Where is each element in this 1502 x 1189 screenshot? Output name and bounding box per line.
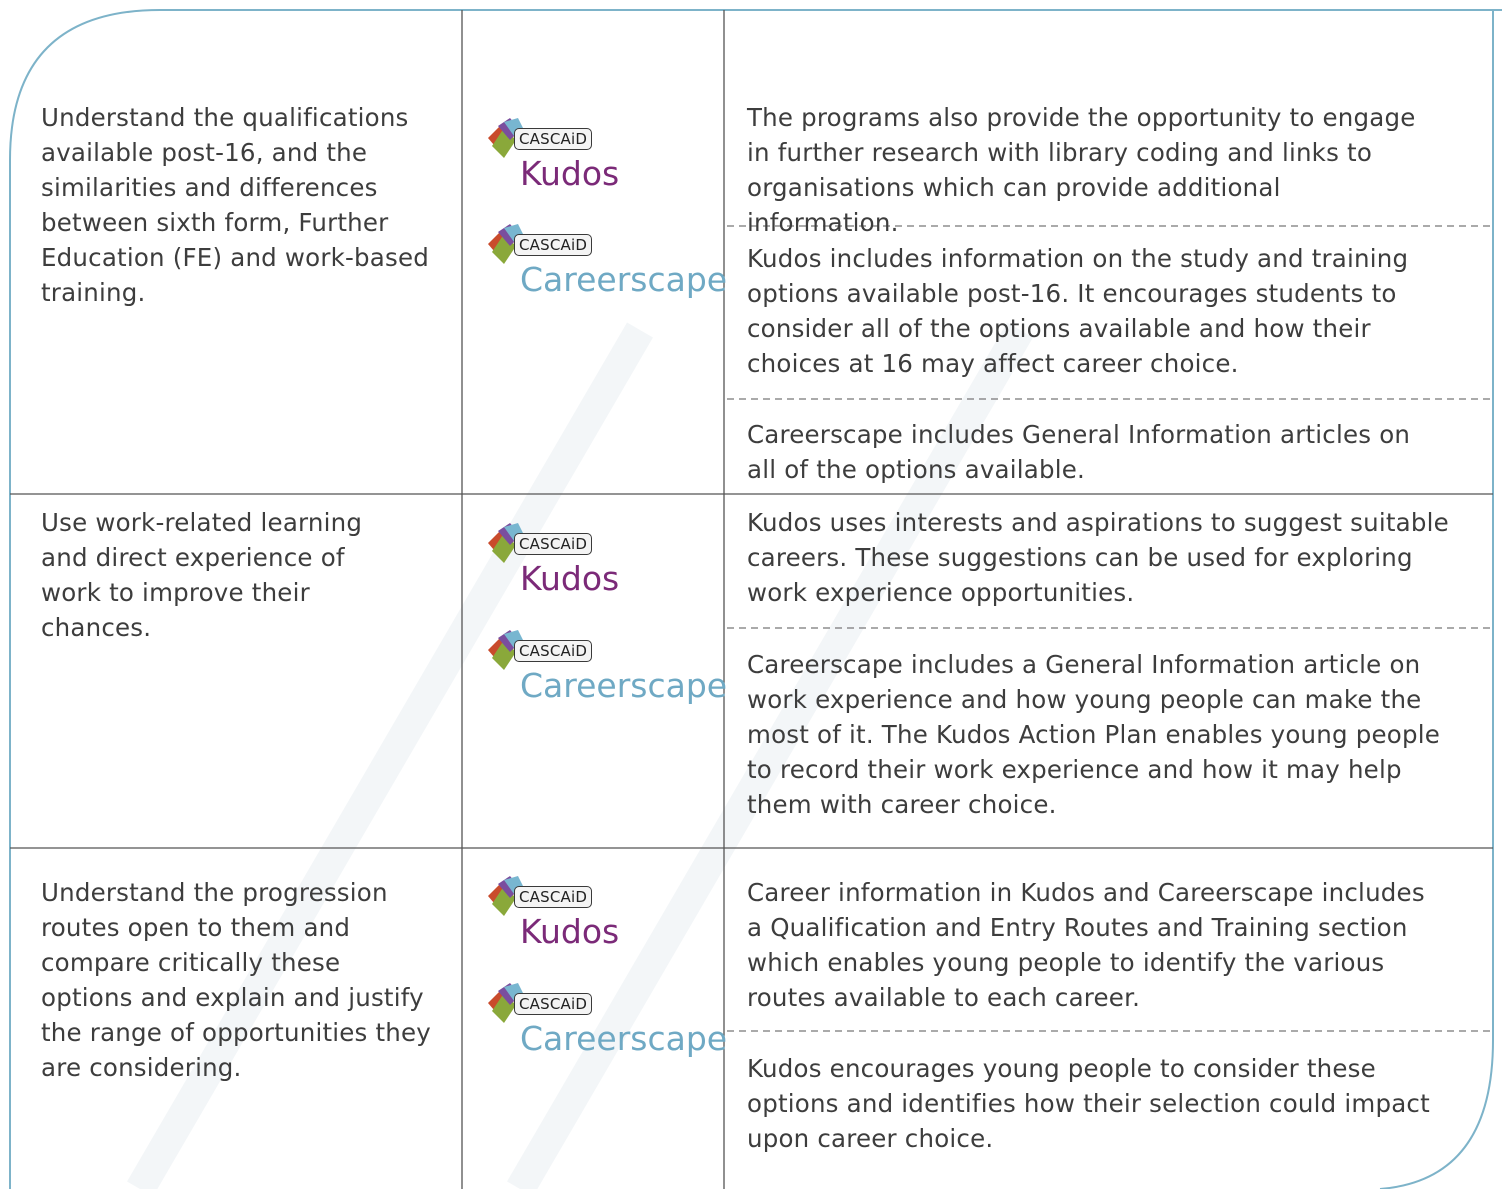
detail-text: Career information in Kudos and Careersc… <box>747 878 1425 1012</box>
cascaid-badge: CASCAiD <box>514 533 593 555</box>
detail-text: The programs also provide the opportunit… <box>747 103 1416 237</box>
outcome-text-row-3: Understand the progression routes open t… <box>41 878 431 1082</box>
kudos-logo: CASCAiD Kudos <box>484 874 724 964</box>
kudos-logo: CASCAiD Kudos <box>484 116 724 206</box>
detail-text: Kudos includes information on the study … <box>747 244 1409 378</box>
outcome-text-row-1: Understand the qualifications available … <box>41 103 430 307</box>
careerscape-logo: CASCAiD Careerscape <box>484 222 728 312</box>
careerscape-name: Careerscape <box>520 666 728 705</box>
careerscape-logo: CASCAiD Careerscape <box>484 981 728 1071</box>
careerscape-name: Careerscape <box>520 260 728 299</box>
detail-text: Careerscape includes a General Informati… <box>747 650 1440 819</box>
cascaid-badge: CASCAiD <box>514 234 593 256</box>
cascaid-badge: CASCAiD <box>514 993 593 1015</box>
kudos-logo: CASCAiD Kudos <box>484 521 724 611</box>
detail-text: Kudos encourages young people to conside… <box>747 1054 1430 1153</box>
kudos-name: Kudos <box>520 154 620 193</box>
cascaid-badge: CASCAiD <box>514 128 593 150</box>
detail-text: Kudos uses interests and aspirations to … <box>747 508 1449 607</box>
kudos-name: Kudos <box>520 912 620 951</box>
kudos-name: Kudos <box>520 559 620 598</box>
detail-text: Careerscape includes General Information… <box>747 420 1411 484</box>
cascaid-badge: CASCAiD <box>514 886 593 908</box>
careerscape-logo: CASCAiD Careerscape <box>484 628 728 718</box>
outcome-text-row-2: Use work-related learning and direct exp… <box>41 508 363 642</box>
cascaid-badge: CASCAiD <box>514 640 593 662</box>
careerscape-name: Careerscape <box>520 1019 728 1058</box>
